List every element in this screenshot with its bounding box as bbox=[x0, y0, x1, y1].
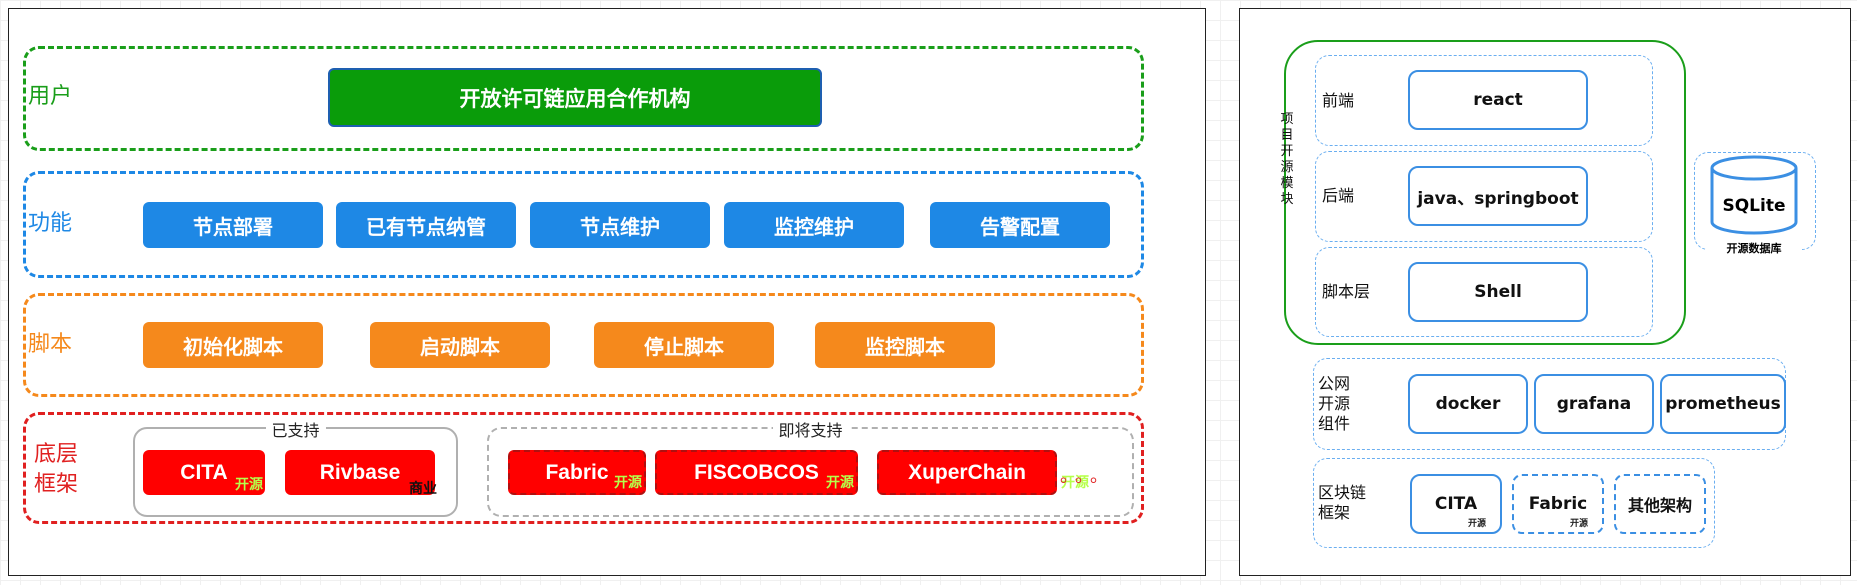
docker-box: docker bbox=[1408, 374, 1528, 434]
springboot-box: java、springboot bbox=[1408, 166, 1588, 226]
react-box: react bbox=[1408, 70, 1588, 130]
script-layer-label-right: 脚本层 bbox=[1322, 282, 1371, 301]
other-frameworks-label: 其他架构 bbox=[1627, 496, 1692, 515]
blockchain-framework-label: 区块链 框架 bbox=[1318, 483, 1367, 522]
script-layer-label: 脚本 bbox=[28, 332, 73, 357]
fabric-box: Fabric 开源 bbox=[508, 450, 646, 495]
cita-module-tag: 开源 bbox=[1467, 519, 1486, 529]
project-modules-label: 项 目 开 源 模 块 bbox=[1280, 112, 1294, 207]
start-script-box: 启动脚本 bbox=[370, 322, 550, 368]
public-components-label: 公网 开源 组件 bbox=[1318, 374, 1351, 433]
fabric-label: Fabric bbox=[545, 460, 609, 484]
cita-label: CITA bbox=[180, 460, 228, 484]
rivbase-tag: 商业 bbox=[409, 480, 437, 496]
alert-config-box: 告警配置 bbox=[930, 202, 1110, 248]
init-script-box: 初始化脚本 bbox=[143, 322, 323, 368]
stop-script-box: 停止脚本 bbox=[594, 322, 774, 368]
upcoming-title: 即将支持 bbox=[772, 417, 849, 441]
xuperchain-label: XuperChain bbox=[908, 460, 1026, 484]
supported-title: 已支持 bbox=[265, 417, 326, 441]
fabric-module-label: Fabric bbox=[1528, 494, 1588, 514]
monitor-script-box: 监控脚本 bbox=[815, 322, 995, 368]
xuperchain-box: XuperChain 开源 bbox=[877, 450, 1089, 495]
node-takeover-box: 已有节点纳管 bbox=[336, 202, 516, 248]
function-layer-label: 功能 bbox=[28, 211, 73, 236]
frontend-label: 前端 bbox=[1322, 91, 1355, 110]
cooperation-org-box: 开放许可链应用合作机构 bbox=[328, 68, 822, 127]
fiscobcos-tag: 开源 bbox=[826, 474, 854, 490]
fiscobcos-label: FISCOBCOS bbox=[694, 460, 819, 484]
node-deploy-box: 节点部署 bbox=[143, 202, 323, 248]
user-layer-label: 用户 bbox=[28, 84, 73, 109]
fabric-module-tag: 开源 bbox=[1569, 519, 1588, 529]
rivbase-label: Rivbase bbox=[319, 460, 401, 484]
other-frameworks-box: 其他架构 bbox=[1614, 474, 1706, 534]
cita-tag: 开源 bbox=[235, 476, 263, 492]
fiscobcos-box: FISCOBCOS 开源 bbox=[655, 450, 858, 495]
node-maintenance-box: 节点维护 bbox=[530, 202, 710, 248]
fabric-module-box: Fabric 开源 bbox=[1512, 474, 1604, 534]
framework-layer-label: 底层 框架 bbox=[34, 442, 79, 497]
prometheus-box: prometheus bbox=[1660, 374, 1786, 434]
cita-module-label: CITA bbox=[1434, 494, 1478, 514]
upcoming-ellipsis: 。。。 bbox=[1060, 466, 1114, 487]
rivbase-box: Rivbase 商业 bbox=[285, 450, 437, 496]
cita-module-box: CITA 开源 bbox=[1410, 474, 1502, 534]
monitor-maintenance-box: 监控维护 bbox=[724, 202, 904, 248]
fabric-tag: 开源 bbox=[614, 474, 642, 490]
backend-label: 后端 bbox=[1322, 186, 1355, 205]
grafana-box: grafana bbox=[1534, 374, 1654, 434]
cita-box: CITA 开源 bbox=[143, 450, 265, 495]
database-caption: 开源数据库 bbox=[1706, 240, 1802, 256]
shell-box: Shell bbox=[1408, 262, 1588, 322]
sqlite-label: SQLite bbox=[1722, 196, 1786, 216]
